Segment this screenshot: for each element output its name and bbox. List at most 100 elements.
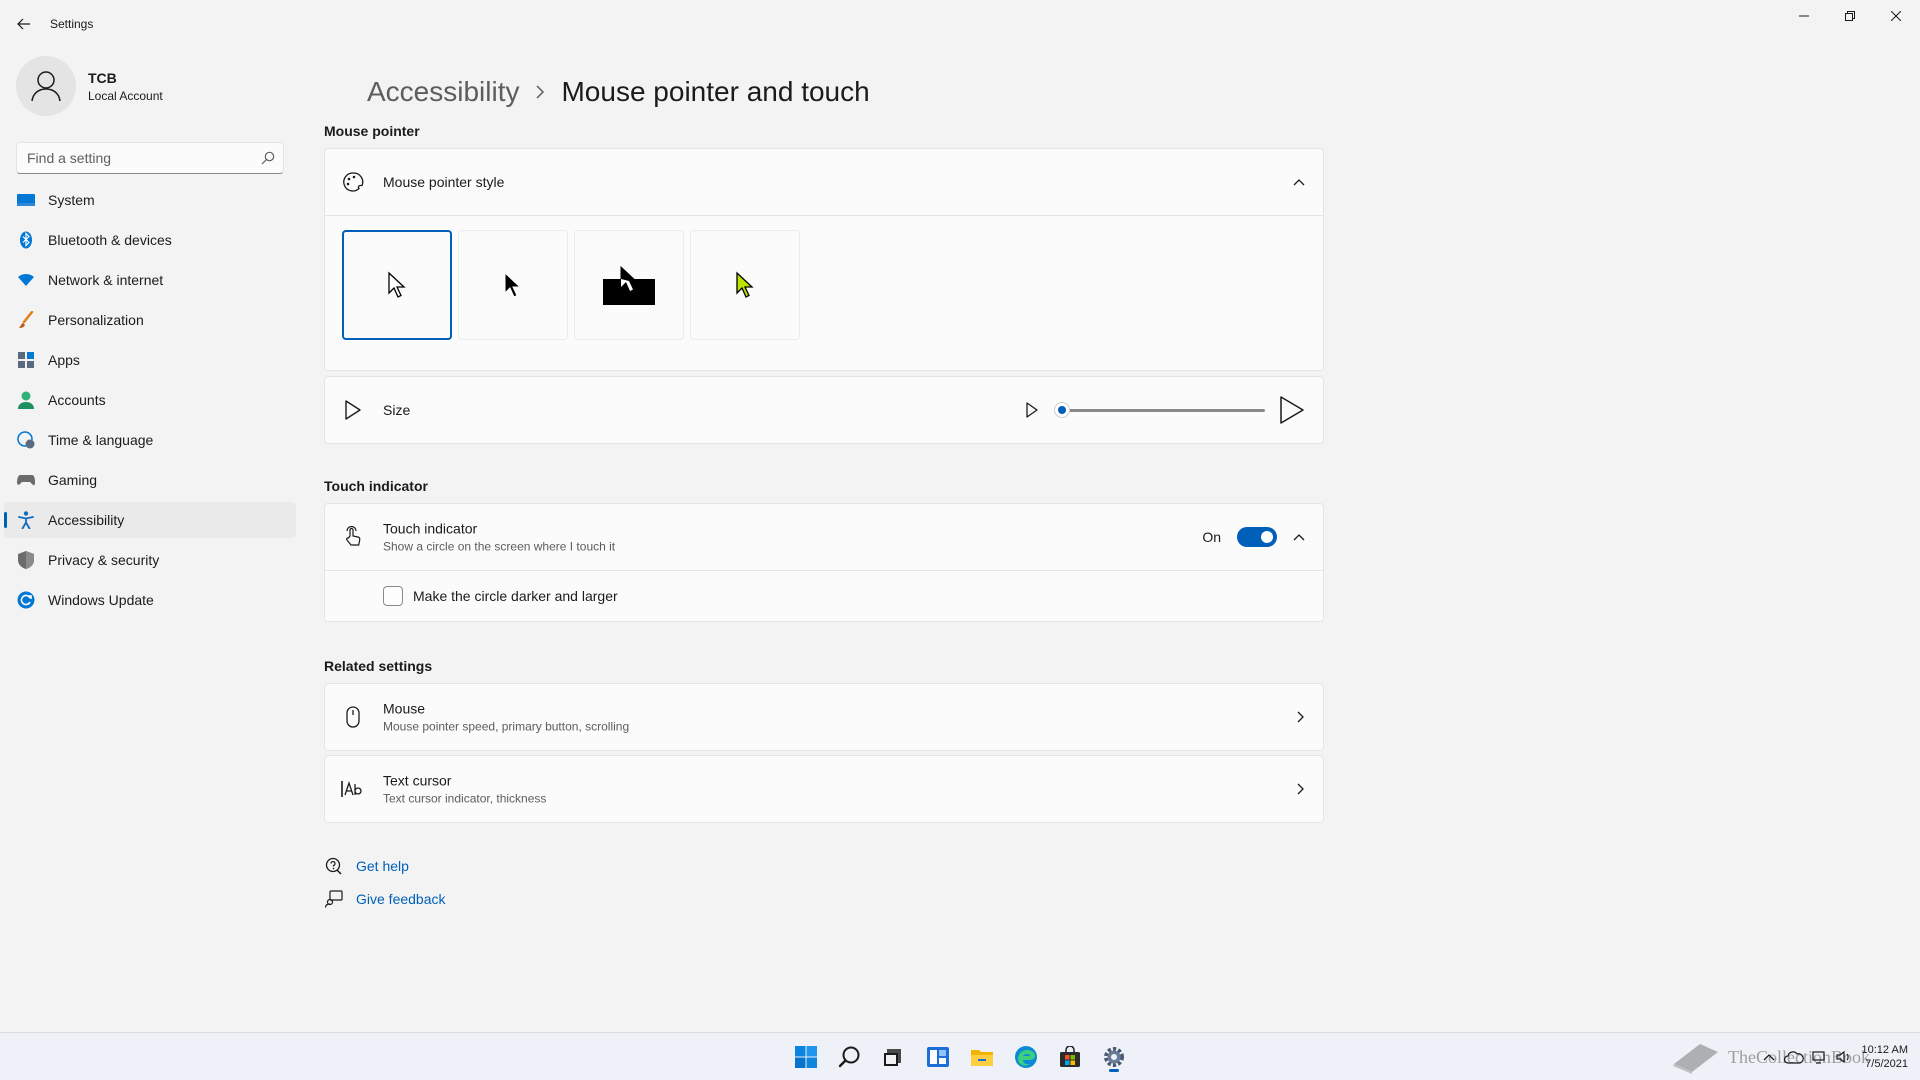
taskbar-edge-button[interactable] xyxy=(1006,1041,1046,1073)
related-mouse-card[interactable]: Mouse Mouse pointer speed, primary butto… xyxy=(324,683,1324,751)
give-feedback-link[interactable]: Give feedback xyxy=(324,889,446,909)
touch-indicator-row[interactable]: Touch indicator Show a circle on the scr… xyxy=(325,504,1323,570)
pointer-icon xyxy=(341,398,365,422)
back-button[interactable] xyxy=(12,12,36,36)
related-text-cursor-subtitle: Text cursor indicator, thickness xyxy=(383,791,547,806)
chevron-up-icon[interactable] xyxy=(1293,178,1305,186)
breadcrumb: Accessibility Mouse pointer and touch xyxy=(367,76,870,108)
chevron-up-icon[interactable] xyxy=(1762,1050,1776,1064)
minimize-button[interactable] xyxy=(1781,0,1827,32)
pointer-size-title: Size xyxy=(383,402,411,418)
back-arrow-icon xyxy=(17,18,30,30)
taskbar-task-view-button[interactable] xyxy=(873,1041,913,1073)
search-box[interactable] xyxy=(16,142,284,174)
volume-icon[interactable] xyxy=(1835,1050,1852,1064)
white-pointer-icon xyxy=(388,271,406,298)
system-tray: 10:12 AM 7/5/2021 xyxy=(1762,1043,1908,1071)
chevron-up-icon[interactable] xyxy=(1293,533,1305,541)
sidebar-item-apps[interactable]: Apps xyxy=(4,342,296,378)
darker-circle-checkbox[interactable] xyxy=(383,586,403,606)
system-icon xyxy=(16,190,36,210)
restore-button[interactable] xyxy=(1827,0,1873,32)
touch-indicator-toggle[interactable] xyxy=(1237,527,1277,547)
close-button[interactable] xyxy=(1873,0,1919,32)
active-app-indicator xyxy=(1109,1069,1119,1072)
breadcrumb-parent-link[interactable]: Accessibility xyxy=(367,76,519,108)
related-text-cursor-title: Text cursor xyxy=(383,772,452,789)
slider-thumb[interactable] xyxy=(1055,403,1069,417)
touch-indicator-card: Touch indicator Show a circle on the scr… xyxy=(324,503,1324,622)
small-pointer-icon xyxy=(1026,402,1038,418)
mouse-pointer-style-title: Mouse pointer style xyxy=(383,174,505,190)
pointer-style-icon xyxy=(341,170,365,194)
pointer-style-inverted[interactable] xyxy=(574,230,684,340)
update-icon xyxy=(16,590,36,610)
help-links: Get help Give feedback xyxy=(324,856,446,922)
related-mouse-title: Mouse xyxy=(383,700,426,717)
help-chat-icon xyxy=(324,856,344,876)
touch-icon xyxy=(341,525,365,549)
sidebar-nav: System Bluetooth & devices Network & int… xyxy=(4,182,296,622)
minimize-icon xyxy=(1799,15,1809,17)
sidebar-item-accessibility[interactable]: Accessibility xyxy=(4,502,296,538)
window-title: Settings xyxy=(50,17,94,31)
brush-icon xyxy=(16,310,36,330)
profile-name: TCB xyxy=(88,69,117,86)
sidebar-item-personalization[interactable]: Personalization xyxy=(4,302,296,338)
gamepad-icon xyxy=(16,470,36,490)
accounts-icon xyxy=(16,390,36,410)
related-text-cursor-row[interactable]: Text cursor Text cursor indicator, thick… xyxy=(325,756,1323,822)
taskbar-file-explorer-button[interactable] xyxy=(962,1041,1002,1073)
section-title-touch-indicator: Touch indicator xyxy=(324,478,428,494)
onedrive-icon[interactable] xyxy=(1783,1050,1804,1064)
bluetooth-icon xyxy=(16,230,36,250)
sidebar-item-gaming[interactable]: Gaming xyxy=(4,462,296,498)
pointer-style-black[interactable] xyxy=(458,230,568,340)
sidebar-item-network[interactable]: Network & internet xyxy=(4,262,296,298)
restore-icon xyxy=(1845,11,1855,21)
clock-date: 7/5/2021 xyxy=(1865,1058,1908,1070)
chevron-right-icon xyxy=(1297,711,1304,723)
related-mouse-row[interactable]: Mouse Mouse pointer speed, primary butto… xyxy=(325,684,1323,750)
search-icon xyxy=(838,1046,860,1068)
globe-clock-icon xyxy=(16,430,36,450)
sidebar-item-accounts[interactable]: Accounts xyxy=(4,382,296,418)
sidebar-item-bluetooth[interactable]: Bluetooth & devices xyxy=(4,222,296,258)
taskbar-search-button[interactable] xyxy=(830,1041,870,1073)
search-input[interactable] xyxy=(17,143,247,173)
mouse-icon xyxy=(341,705,365,729)
user-profile[interactable]: TCB Local Account xyxy=(16,56,163,116)
close-icon xyxy=(1891,11,1901,21)
sidebar-item-system[interactable]: System xyxy=(4,182,296,218)
taskbar: TheCollectionBook 10:12 AM 7/5/2021 xyxy=(0,1032,1920,1080)
section-title-mouse-pointer: Mouse pointer xyxy=(324,123,420,139)
pointer-style-white[interactable] xyxy=(342,230,452,340)
touch-indicator-title: Touch indicator xyxy=(383,520,478,537)
sidebar-item-time-language[interactable]: Time & language xyxy=(4,422,296,458)
taskbar-store-button[interactable] xyxy=(1050,1041,1090,1073)
chevron-right-icon xyxy=(1297,783,1304,795)
taskbar-settings-button[interactable] xyxy=(1094,1041,1134,1073)
file-explorer-icon xyxy=(971,1050,993,1066)
related-text-cursor-card[interactable]: Text cursor Text cursor indicator, thick… xyxy=(324,755,1324,823)
section-title-related-settings: Related settings xyxy=(324,658,433,674)
taskbar-start-button[interactable] xyxy=(786,1041,826,1073)
taskbar-clock[interactable]: 10:12 AM 7/5/2021 xyxy=(1862,1043,1908,1071)
accessibility-icon xyxy=(16,510,36,530)
profile-account-type: Local Account xyxy=(88,88,163,103)
widgets-icon xyxy=(927,1047,949,1067)
pointer-size-card: Size xyxy=(324,376,1324,444)
inverted-pointer-icon xyxy=(603,265,655,305)
chevron-right-icon xyxy=(535,85,545,99)
start-icon xyxy=(795,1046,817,1068)
pointer-size-slider[interactable] xyxy=(1055,400,1265,420)
mouse-pointer-style-header[interactable]: Mouse pointer style xyxy=(325,149,1323,215)
black-pointer-icon xyxy=(504,271,522,298)
taskbar-widgets-button[interactable] xyxy=(918,1041,958,1073)
pointer-style-custom[interactable] xyxy=(690,230,800,340)
network-tray-icon[interactable] xyxy=(1811,1050,1828,1064)
sidebar-item-privacy-security[interactable]: Privacy & security xyxy=(4,542,296,578)
search-icon xyxy=(261,151,275,165)
sidebar-item-windows-update[interactable]: Windows Update xyxy=(4,582,296,618)
get-help-link[interactable]: Get help xyxy=(324,856,446,876)
